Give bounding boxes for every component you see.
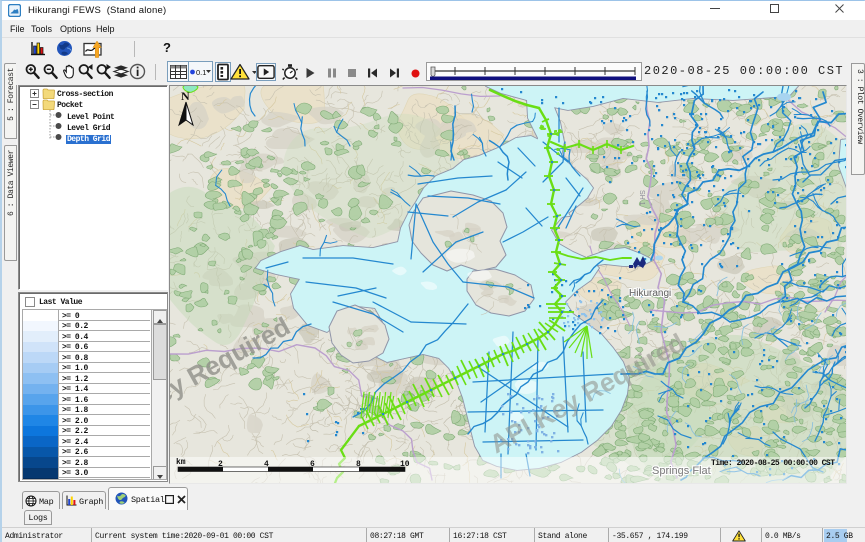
svg-text:Springs Flat: Springs Flat: [652, 465, 711, 477]
svg-text:km: km: [176, 458, 186, 467]
svg-text:Time: 2020-08-25 00:00:00 CST: Time: 2020-08-25 00:00:00 CST: [711, 459, 835, 468]
svg-text:Hikurangi: Hikurangi: [629, 288, 671, 299]
svg-text:0.1: 0.1: [196, 68, 206, 77]
svg-text:SH 1: SH 1: [638, 190, 645, 206]
svg-text:N: N: [181, 89, 190, 103]
